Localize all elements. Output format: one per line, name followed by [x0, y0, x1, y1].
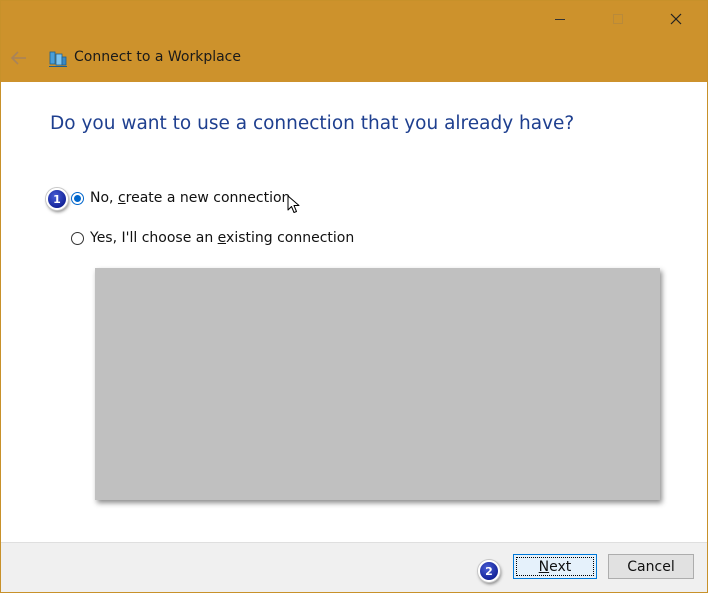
- radio-existing-connection[interactable]: [71, 231, 84, 245]
- minimize-icon: [555, 19, 565, 20]
- back-arrow-icon[interactable]: [9, 48, 29, 68]
- option-new-connection-label: No, create a new connection: [90, 190, 291, 206]
- page-heading: Do you want to use a connection that you…: [50, 113, 575, 134]
- close-button[interactable]: [653, 1, 699, 37]
- maximize-icon: [613, 14, 623, 24]
- step-marker-2: 2: [478, 560, 500, 582]
- maximize-button[interactable]: [595, 1, 641, 37]
- dialog-window: Connect to a Workplace Do you want to us…: [0, 0, 708, 593]
- next-button[interactable]: Next: [513, 554, 597, 579]
- radio-new-connection[interactable]: [71, 191, 84, 205]
- minimize-button[interactable]: [537, 1, 583, 37]
- option-new-connection[interactable]: No, create a new connection: [71, 190, 290, 206]
- title-bar: Connect to a Workplace: [1, 1, 707, 82]
- option-existing-connection[interactable]: Yes, I'll choose an existing connection: [71, 230, 354, 246]
- window-title: Connect to a Workplace: [74, 49, 241, 65]
- close-icon: [670, 13, 682, 25]
- mouse-cursor-icon: [287, 195, 300, 213]
- step-marker-1: 1: [46, 188, 68, 210]
- network-workplace-icon: [49, 51, 67, 67]
- option-existing-connection-label: Yes, I'll choose an existing connection: [90, 230, 355, 246]
- cancel-button[interactable]: Cancel: [608, 554, 694, 579]
- existing-connections-list: [95, 268, 660, 500]
- button-bar: [1, 542, 707, 592]
